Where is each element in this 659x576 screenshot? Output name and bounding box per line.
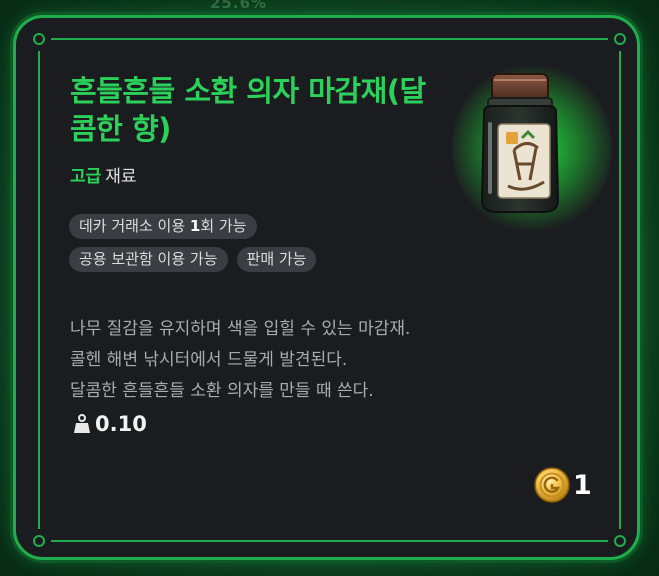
item-grade: 고급 xyxy=(70,167,102,187)
description-line: 나무 질감을 유지하며 색을 입힐 수 있는 마감재. xyxy=(70,319,411,339)
description-line: 콜헨 해변 낚시터에서 드물게 발견된다. xyxy=(70,350,348,370)
tag-count: 1 xyxy=(189,217,201,235)
item-grade-category: 고급 재료 xyxy=(70,162,137,187)
weight-icon xyxy=(74,414,90,433)
tag-text: 공용 보관함 이용 가능 xyxy=(79,250,218,268)
price-value: 1 xyxy=(573,469,592,501)
item-category: 재료 xyxy=(105,167,137,187)
tag-text: 판매 가능 xyxy=(246,250,307,268)
tag-sellable: 판매 가능 xyxy=(236,247,317,272)
item-tags: 데카 거래소 이용 1회 가능 공용 보관함 이용 가능 판매 가능 xyxy=(69,214,429,280)
gold-coin-icon xyxy=(534,467,570,503)
item-price: 1 xyxy=(533,466,592,504)
backdrop-percentage: 25.6% xyxy=(210,0,268,12)
description-line: 달콤한 흔들흔들 소환 의자를 만들 때 쓴다. xyxy=(70,381,374,401)
item-weight: 0.10 xyxy=(73,412,147,436)
tag-text: 데카 거래소 이용 xyxy=(79,217,190,235)
item-title: 흔들흔들 소환 의자 마감재(달콤한 향) xyxy=(70,74,426,146)
tag-exchange-limit: 데카 거래소 이용 1회 가능 xyxy=(69,214,257,239)
tag-shared-storage: 공용 보관함 이용 가능 xyxy=(69,247,228,272)
tag-text: 회 가능 xyxy=(200,217,247,235)
item-description: 나무 질감을 유지하며 색을 입힐 수 있는 마감재. 콜헨 해변 낚시터에서 … xyxy=(70,314,610,407)
jar-icon xyxy=(480,73,560,213)
weight-value: 0.10 xyxy=(95,412,147,436)
